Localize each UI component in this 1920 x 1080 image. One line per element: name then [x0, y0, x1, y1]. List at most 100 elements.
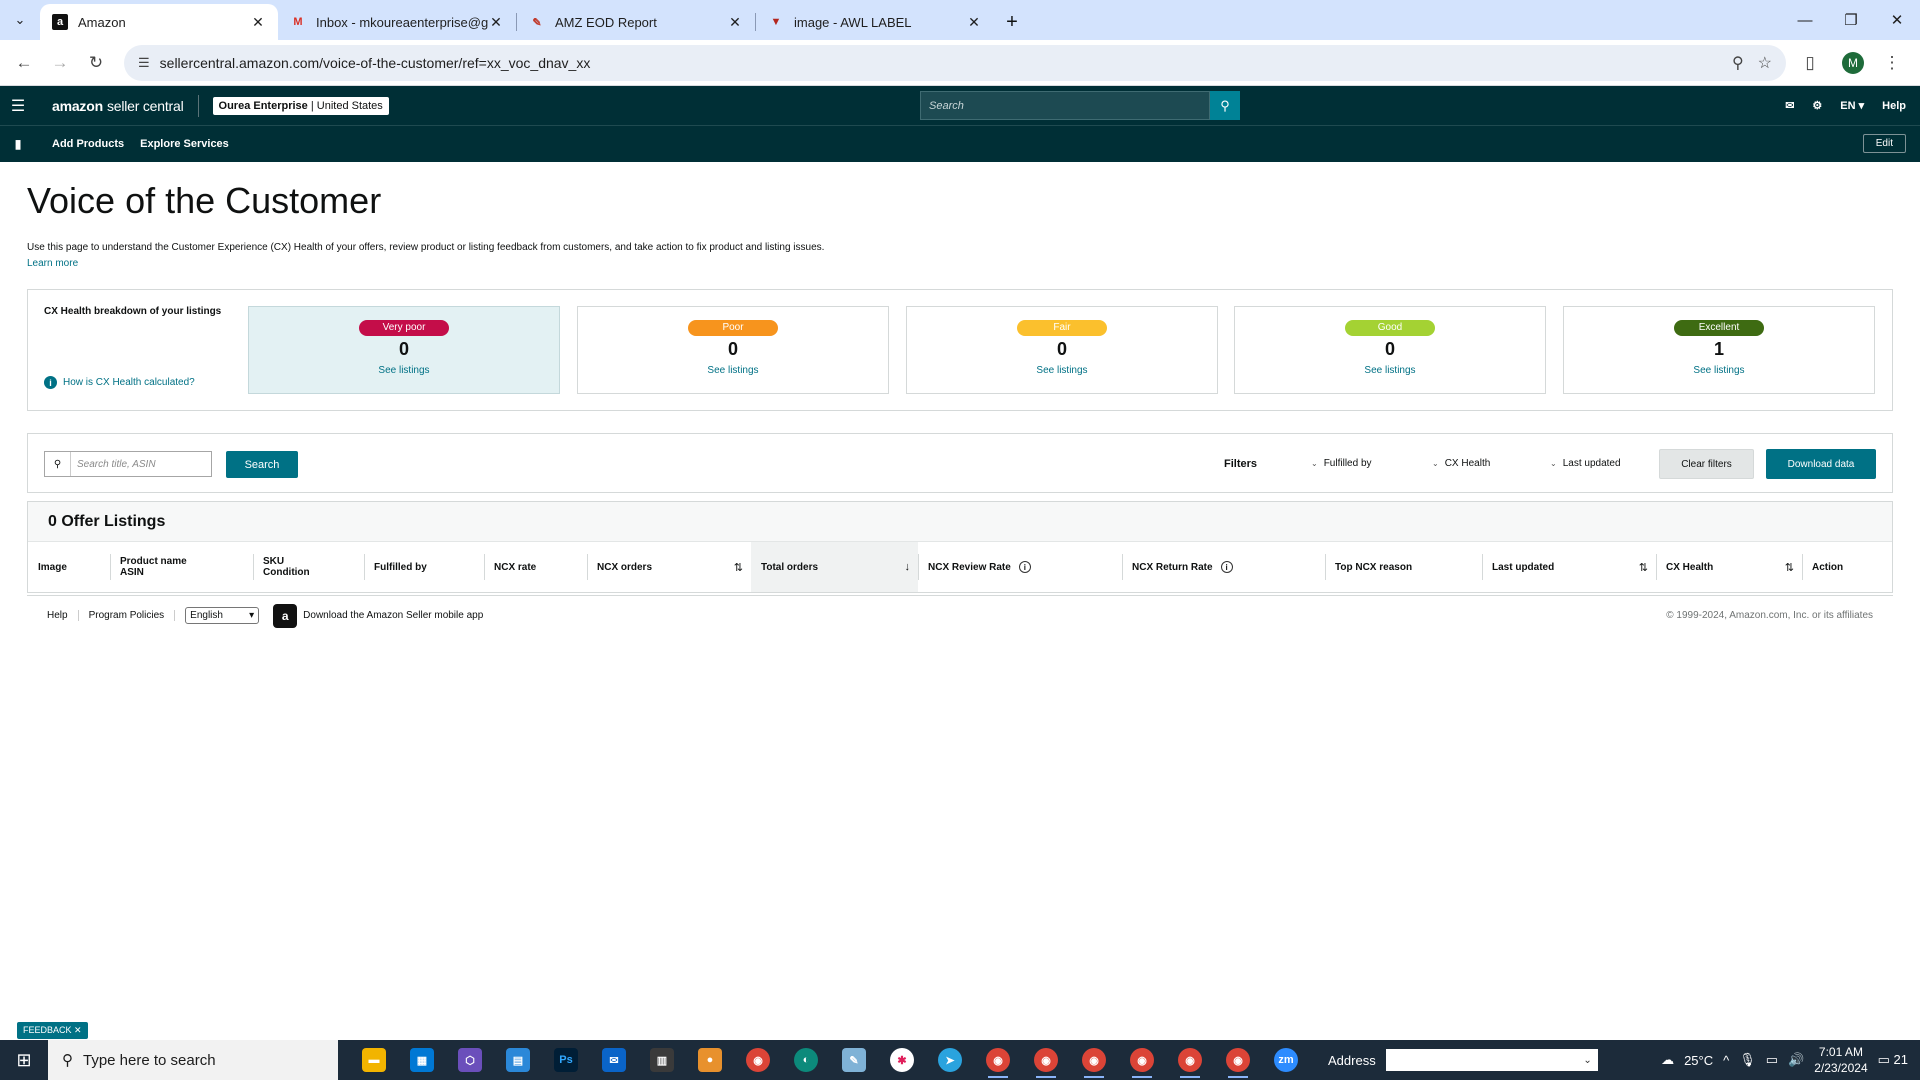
edit-nav-button[interactable]: Edit: [1862, 134, 1906, 153]
info-icon[interactable]: i: [1018, 561, 1031, 573]
header-search-input[interactable]: Search: [920, 91, 1210, 120]
side-panel-icon[interactable]: ▯: [1794, 47, 1826, 79]
hamburger-menu-icon[interactable]: ☰: [0, 86, 36, 125]
chrome-profile-icon[interactable]: ◉: [1070, 1040, 1118, 1080]
column-total-orders[interactable]: Total orders ↓: [751, 542, 918, 592]
close-tab-icon[interactable]: ✕: [966, 14, 982, 31]
windows-start-icon[interactable]: ⊞: [0, 1040, 48, 1080]
cx-card-very-poor[interactable]: Very poor 0 See listings: [248, 306, 560, 394]
minimize-icon[interactable]: —: [1782, 0, 1828, 40]
close-tab-icon[interactable]: ✕: [727, 14, 743, 31]
cx-card-poor[interactable]: Poor 0 See listings: [577, 306, 889, 394]
close-tab-icon[interactable]: ✕: [250, 14, 266, 31]
cx-health-help[interactable]: i How is CX Health calculated?: [44, 376, 195, 389]
help-link[interactable]: Help: [1882, 100, 1906, 112]
seller-central-logo[interactable]: amazon seller central: [36, 94, 199, 117]
sort-descending-icon[interactable]: ↓: [905, 561, 911, 573]
close-window-icon[interactable]: ✕: [1874, 0, 1920, 40]
bookmark-star-icon[interactable]: ☆: [1758, 53, 1772, 73]
telegram-icon[interactable]: ➤: [926, 1040, 974, 1080]
slack-icon[interactable]: ✱: [878, 1040, 926, 1080]
browser-tab-gmail[interactable]: M Inbox - mkoureaenterprise@gm ✕: [278, 4, 516, 40]
taskbar-address-input[interactable]: ⌄: [1385, 1049, 1598, 1071]
zoom-app-icon[interactable]: zm: [1262, 1040, 1310, 1080]
chevron-up-icon[interactable]: ^: [1723, 1053, 1729, 1068]
fox-app-icon[interactable]: ●: [686, 1040, 734, 1080]
mail-app-icon[interactable]: ✉: [590, 1040, 638, 1080]
chrome-profile-icon[interactable]: ◉: [1022, 1040, 1070, 1080]
gear-icon[interactable]: ⚙: [1812, 99, 1822, 112]
sort-icon[interactable]: ⇅: [1639, 561, 1648, 574]
seller-app-icon[interactable]: a: [273, 603, 298, 628]
notifications-icon[interactable]: ▭ 21: [1878, 1052, 1908, 1068]
nav-explore-services[interactable]: Explore Services: [140, 138, 229, 150]
sort-icon[interactable]: ⇅: [734, 561, 743, 574]
notes-icon[interactable]: ✎: [830, 1040, 878, 1080]
weather-icon[interactable]: ☁: [1661, 1052, 1674, 1068]
download-app-link[interactable]: Download the Amazon Seller mobile app: [303, 610, 483, 621]
taskbar-clock[interactable]: 7:01 AM 2/23/2024: [1814, 1044, 1867, 1076]
new-tab-button[interactable]: +: [994, 4, 1030, 40]
browser-tab-amazon[interactable]: a Amazon ✕: [40, 4, 278, 40]
chrome-profile-icon[interactable]: ◉: [1118, 1040, 1166, 1080]
cx-card-good[interactable]: Good 0 See listings: [1234, 306, 1546, 394]
back-icon[interactable]: ←: [8, 47, 40, 79]
filter-fulfilled-by[interactable]: ⌄ Fulfilled by: [1311, 458, 1372, 469]
file-explorer-icon[interactable]: ▬: [350, 1040, 398, 1080]
search-button[interactable]: Search: [226, 451, 298, 478]
tab-search-dropdown-icon[interactable]: ⌄: [0, 0, 40, 40]
temperature[interactable]: 25°C: [1684, 1053, 1713, 1068]
edge-icon[interactable]: ◐: [782, 1040, 830, 1080]
feedback-button[interactable]: FEEDBACK ✕: [17, 1022, 88, 1039]
download-data-button[interactable]: Download data: [1766, 449, 1876, 479]
app-hexagon-icon[interactable]: ⬡: [446, 1040, 494, 1080]
browser-tab-awl-label[interactable]: ▼ image - AWL LABEL ✕: [756, 4, 994, 40]
site-info-icon[interactable]: ☰: [138, 55, 150, 71]
bookmark-icon[interactable]: ▮: [0, 137, 36, 151]
zoom-icon[interactable]: ⚲: [1732, 53, 1744, 73]
nav-add-products[interactable]: Add Products: [52, 138, 124, 150]
browser-tab-eod-report[interactable]: ✎ AMZ EOD Report ✕: [517, 4, 755, 40]
cx-card-fair[interactable]: Fair 0 See listings: [906, 306, 1218, 394]
restore-icon[interactable]: ❐: [1828, 0, 1874, 40]
sort-icon[interactable]: ⇅: [1785, 561, 1794, 574]
clear-filters-button[interactable]: Clear filters: [1659, 449, 1754, 479]
volume-icon[interactable]: 🔊: [1788, 1052, 1804, 1068]
close-tab-icon[interactable]: ✕: [488, 14, 504, 31]
see-listings-link[interactable]: See listings: [1564, 365, 1874, 376]
forward-icon[interactable]: →: [44, 47, 76, 79]
cx-card-excellent[interactable]: Excellent 1 See listings: [1563, 306, 1875, 394]
filter-last-updated[interactable]: ⌄ Last updated: [1550, 458, 1621, 469]
learn-more-link[interactable]: Learn more: [27, 258, 78, 269]
column-last-updated[interactable]: Last updated ⇅: [1482, 542, 1656, 592]
column-ncx-orders[interactable]: NCX orders ⇅: [587, 542, 751, 592]
language-selector[interactable]: EN ▾: [1840, 99, 1864, 112]
filter-cx-health[interactable]: ⌄ CX Health: [1432, 458, 1490, 469]
chrome-icon[interactable]: ◉: [734, 1040, 782, 1080]
account-switcher[interactable]: Ourea Enterprise | United States: [212, 96, 389, 115]
cx-health-help-link[interactable]: How is CX Health calculated?: [63, 377, 195, 388]
column-cx-health[interactable]: CX Health ⇅: [1656, 542, 1802, 592]
microphone-icon[interactable]: 🎙: [1739, 1052, 1756, 1068]
info-icon[interactable]: i: [1220, 561, 1233, 573]
see-listings-link[interactable]: See listings: [907, 365, 1217, 376]
footer-language-select[interactable]: English ▾: [185, 607, 260, 624]
url-text[interactable]: sellercentral.amazon.com/voice-of-the-cu…: [160, 55, 1718, 71]
calculator-app-icon[interactable]: ▤: [494, 1040, 542, 1080]
address-bar[interactable]: ☰ sellercentral.amazon.com/voice-of-the-…: [124, 44, 1786, 81]
see-listings-link[interactable]: See listings: [578, 365, 888, 376]
calculator-icon[interactable]: ▥: [638, 1040, 686, 1080]
network-icon[interactable]: ▭: [1766, 1052, 1778, 1068]
profile-avatar[interactable]: M: [1842, 51, 1864, 74]
search-icon[interactable]: ⚲: [1210, 91, 1240, 120]
browser-menu-icon[interactable]: ⋮: [1876, 47, 1908, 79]
taskbar-search-box[interactable]: ⚲ Type here to search: [48, 1040, 338, 1080]
reload-icon[interactable]: ↻: [80, 47, 112, 79]
photoshop-icon[interactable]: Ps: [542, 1040, 590, 1080]
footer-program-policies-link[interactable]: Program Policies: [79, 610, 176, 621]
store-icon[interactable]: ▦: [398, 1040, 446, 1080]
chrome-profile-icon[interactable]: ◉: [1214, 1040, 1262, 1080]
see-listings-link[interactable]: See listings: [249, 365, 559, 376]
chrome-profile-icon[interactable]: ◉: [1166, 1040, 1214, 1080]
chrome-profile-icon[interactable]: ◉: [974, 1040, 1022, 1080]
